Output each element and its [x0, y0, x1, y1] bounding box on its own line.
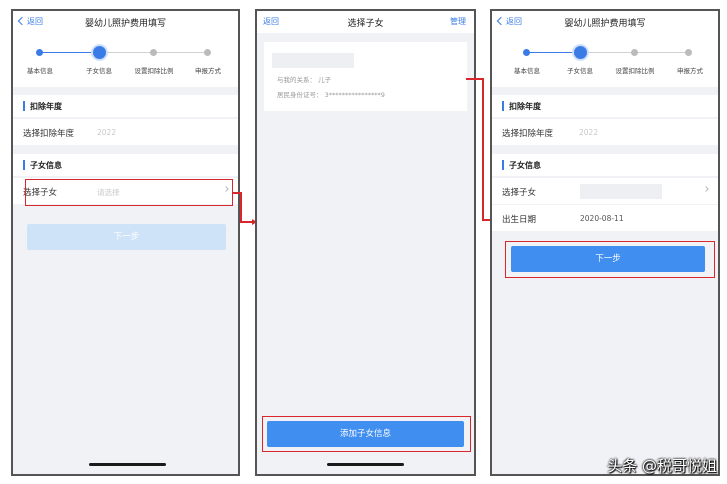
child-name-redacted — [580, 184, 662, 199]
birth-value: 2020-08-11 — [580, 214, 624, 223]
step-dot-4 — [685, 49, 692, 56]
nav-bar: 返回 选择子女 管理 — [257, 11, 474, 33]
content-background — [492, 87, 718, 474]
connector-line — [233, 192, 240, 194]
screen-3-phone: 返回 婴幼儿照护费用填写 基本信息 子女信息 设置扣除比例 申报方式 扣除年度 … — [490, 9, 720, 476]
screen-1-phone: 返回 婴幼儿照护费用填写 基本信息 子女信息 设置扣除比例 申报方式 扣除年度 … — [11, 9, 240, 476]
nav-bar: 返回 婴幼儿照护费用填写 — [492, 11, 718, 33]
child-select-row[interactable]: 选择子女 — [492, 178, 718, 204]
page-title: 婴幼儿照护费用填写 — [564, 19, 646, 29]
screen-2-phone: 返回 选择子女 管理 与我的关系： 儿子 居民身份证号： 3**********… — [255, 9, 476, 476]
step-label-2: 子女信息 — [86, 67, 112, 75]
step-label-3: 设置扣除比例 — [134, 67, 174, 75]
home-indicator — [89, 463, 166, 466]
step-label-3: 设置扣除比例 — [615, 67, 655, 75]
step-dot-2-current — [574, 46, 587, 59]
section-header-child: 子女信息 — [492, 154, 718, 176]
section-title: 子女信息 — [509, 161, 541, 170]
section-marker — [23, 160, 25, 170]
year-label: 选择扣除年度 — [502, 129, 554, 139]
page-title: 选择子女 — [347, 19, 384, 29]
connector-line — [482, 78, 484, 220]
step-label-1: 基本信息 — [514, 67, 540, 75]
birth-date-row: 出生日期 2020-08-11 — [492, 205, 718, 231]
section-title: 扣除年度 — [509, 102, 541, 111]
year-row[interactable]: 选择扣除年度 2022 — [492, 119, 718, 145]
chevron-right-icon — [703, 186, 709, 192]
id-number-text: 居民身份证号： 3****************9 — [277, 91, 385, 99]
highlight-box — [262, 416, 471, 452]
step-dot-4 — [204, 49, 211, 56]
step-label-2: 子女信息 — [567, 67, 593, 75]
step-label-4: 申报方式 — [195, 67, 221, 75]
year-row[interactable]: 选择扣除年度 2022 — [13, 119, 238, 145]
section-title: 扣除年度 — [30, 102, 62, 111]
connector-line — [240, 192, 242, 222]
step-dot-3 — [150, 49, 157, 56]
step-dot-1 — [36, 49, 43, 56]
watermark: 头条 @税哥悦姐 — [607, 457, 717, 475]
relation-text: 与我的关系： 儿子 — [277, 76, 332, 84]
home-indicator — [327, 463, 404, 466]
content-background — [13, 87, 238, 474]
step-dot-3 — [631, 49, 638, 56]
step-label-1: 基本信息 — [27, 67, 53, 75]
highlight-box — [505, 241, 715, 278]
progress-steps: 基本信息 子女信息 设置扣除比例 申报方式 — [492, 37, 718, 87]
next-button-disabled[interactable]: 下一步 — [27, 224, 226, 250]
section-marker — [502, 101, 504, 111]
year-value: 2022 — [579, 128, 599, 137]
page-title: 婴幼儿照护费用填写 — [84, 19, 166, 29]
year-value: 2022 — [97, 128, 117, 137]
connector-line — [466, 78, 483, 80]
nav-bar: 返回 婴幼儿照护费用填写 — [13, 11, 238, 33]
section-title: 子女信息 — [30, 161, 62, 170]
section-marker — [23, 101, 25, 111]
section-header-child: 子女信息 — [13, 154, 238, 176]
manage-button[interactable]: 管理 — [450, 16, 466, 27]
step-dot-2-current — [93, 46, 106, 59]
child-card[interactable]: 与我的关系： 儿子 居民身份证号： 3****************9 — [264, 42, 467, 111]
birth-label: 出生日期 — [502, 215, 537, 225]
step-dot-1 — [523, 49, 530, 56]
step-label-4: 申报方式 — [677, 67, 703, 75]
progress-steps: 基本信息 子女信息 设置扣除比例 申报方式 — [13, 37, 238, 87]
year-label: 选择扣除年度 — [23, 129, 75, 139]
section-marker — [502, 160, 504, 170]
child-name-redacted — [272, 53, 354, 68]
section-header-year: 扣除年度 — [492, 95, 718, 117]
step-line-done — [526, 52, 581, 53]
child-label: 选择子女 — [502, 188, 537, 198]
highlight-box — [25, 179, 233, 206]
section-header-year: 扣除年度 — [13, 95, 238, 117]
step-line-done — [39, 52, 99, 53]
